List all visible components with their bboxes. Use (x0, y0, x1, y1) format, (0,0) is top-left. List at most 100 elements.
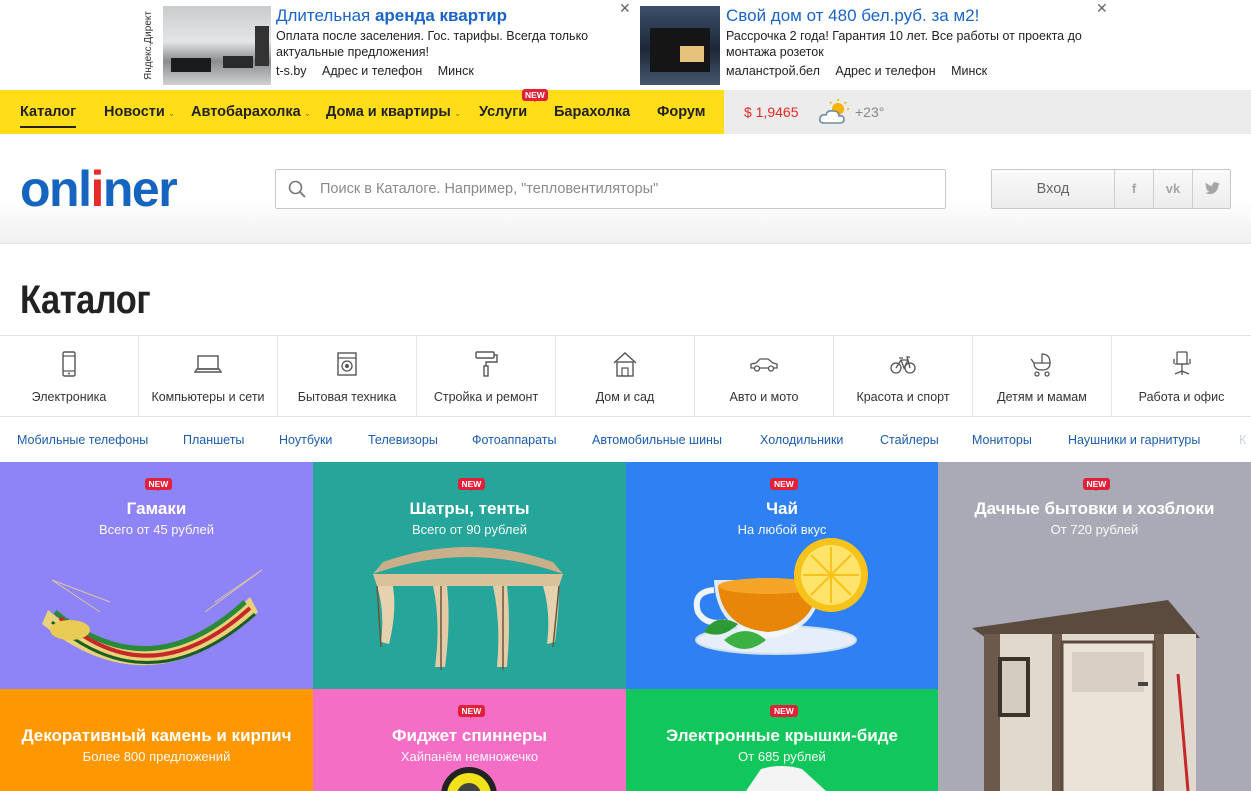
nav-forum[interactable]: Форум (657, 90, 706, 134)
close-icon[interactable]: ✕ (1096, 0, 1108, 17)
ad-contact-link[interactable]: Адрес и телефон (322, 64, 422, 78)
link-monitors[interactable]: Мониторы (972, 418, 1032, 462)
search-icon (288, 180, 306, 198)
link-headphones[interactable]: Наушники и гарнитуры (1068, 418, 1200, 462)
link-tires[interactable]: Автомобильные шины (592, 418, 722, 462)
category-label: Детям и мамам (997, 390, 1087, 404)
promo-tile-bidet-covers[interactable]: NEW Электронные крышки-биде От 685 рублей (626, 689, 938, 791)
new-badge: NEW (522, 89, 548, 102)
login-button[interactable]: Вход (992, 170, 1115, 208)
category-kids[interactable]: Детям и мамам (973, 336, 1112, 416)
link-tvs[interactable]: Телевизоры (368, 418, 438, 462)
hammock-image (42, 569, 263, 666)
search-box[interactable] (275, 169, 946, 209)
tent-image (373, 547, 563, 670)
phone-icon (62, 351, 76, 377)
ad-label: Яндекс.Директ (143, 11, 154, 81)
category-beauty-sport[interactable]: Красота и спорт (834, 336, 973, 416)
nav-catalog[interactable]: Каталог (20, 96, 77, 128)
partly-cloudy-icon[interactable] (818, 98, 852, 126)
tile-subtitle: Более 800 предложений (82, 749, 231, 764)
ad-title[interactable]: Свой дом от 480 бел.руб. за м2! (726, 6, 1110, 26)
category-label: Работа и офис (1138, 390, 1225, 404)
category-bar: Электроника Компьютеры и сети Бытовая те… (0, 335, 1251, 417)
ad-description: Оплата после заселения. Гос. тарифы. Все… (276, 29, 589, 59)
promo-tile-sheds[interactable]: NEW Дачные бытовки и хозблоки От 720 рубл… (938, 462, 1251, 791)
category-label: Стройка и ремонт (433, 390, 539, 404)
link-fridges[interactable]: Холодильники (760, 418, 843, 462)
site-header: onliner Вход f vk (0, 134, 1251, 244)
nav-services[interactable]: Услуги NEW (479, 89, 548, 134)
washer-icon (337, 352, 357, 376)
vk-icon[interactable]: vk (1154, 170, 1193, 208)
ad-description: Рассрочка 2 года! Гарантия 10 лет. Все р… (726, 29, 1082, 59)
category-home-garden[interactable]: Дом и сад (556, 336, 695, 416)
category-auto-moto[interactable]: Авто и мото (695, 336, 834, 416)
promo-tile-hammocks[interactable]: NEW Гамаки Всего от 45 рублей (0, 462, 313, 689)
main-menu: Каталог Новости ⌄ Автобарахолка ⌄ Дома и к… (0, 89, 724, 134)
paint-roller-icon (475, 351, 498, 377)
link-truncated[interactable]: К (1239, 418, 1246, 462)
office-chair-icon (1172, 351, 1191, 375)
link-cameras[interactable]: Фотоаппараты (472, 418, 557, 462)
bidet-image (746, 766, 826, 791)
close-icon[interactable]: ✕ (619, 0, 631, 17)
nav-flea-market[interactable]: Барахолка (554, 90, 630, 134)
spinner-image (441, 767, 497, 791)
page-title: Каталог (20, 278, 151, 322)
auth-panel: Вход f vk (991, 169, 1231, 209)
nav-realty[interactable]: Дома и квартиры ⌄ (326, 90, 461, 134)
category-computers[interactable]: Компьютеры и сети (139, 336, 278, 416)
category-label: Компьютеры и сети (151, 390, 265, 404)
chevron-down-icon: ⌄ (167, 108, 176, 118)
promo-tile-fidget-spinners[interactable]: NEW Фиджет спиннеры Хайпанём немножечко (313, 689, 626, 791)
category-label: Бытовая техника (297, 390, 397, 404)
bicycle-icon (890, 356, 916, 374)
ad-house-build[interactable]: Свой дом от 480 бел.руб. за м2! Рассрочк… (640, 0, 1110, 86)
promo-tile-decorative-stone[interactable]: Декоративный камень и кирпич Более 800 пр… (0, 689, 313, 791)
tea-cup-image (693, 538, 868, 655)
ad-contact-link[interactable]: Адрес и телефон (835, 64, 935, 78)
facebook-icon[interactable]: f (1115, 170, 1154, 208)
category-appliances[interactable]: Бытовая техника (278, 336, 417, 416)
promo-tile-tents[interactable]: NEW Шатры, тенты Всего от 90 рублей (313, 462, 626, 689)
nav-auto-market[interactable]: Автобарахолка ⌄ (191, 90, 311, 134)
temperature[interactable]: +23° (855, 90, 884, 134)
link-mobile-phones[interactable]: Мобильные телефоны (17, 418, 148, 462)
nav-news[interactable]: Новости ⌄ (104, 90, 175, 134)
ad-city: Минск (437, 64, 474, 78)
category-label: Красота и спорт (856, 390, 950, 404)
category-construction[interactable]: Стройка и ремонт (417, 336, 556, 416)
house-icon (613, 352, 637, 377)
shed-image (972, 600, 1200, 791)
twitter-icon[interactable] (1193, 170, 1232, 208)
stroller-icon (1030, 353, 1051, 377)
laptop-icon (194, 355, 222, 373)
search-input[interactable] (320, 170, 935, 208)
link-stylers[interactable]: Стайлеры (880, 418, 939, 462)
currency-rate[interactable]: $ 1,9465 (744, 90, 799, 134)
category-electronics[interactable]: Электроника (0, 336, 139, 416)
ad-banner: Яндекс.Директ Длительная аренда квартир … (0, 0, 1251, 90)
chevron-down-icon: ⌄ (303, 108, 312, 118)
ad-title[interactable]: Длительная аренда квартир (276, 6, 633, 26)
popular-sections: Мобильные телефоны Планшеты Ноутбуки Тел… (0, 418, 1251, 462)
ad-apartment-rent[interactable]: Длительная аренда квартир Оплата после з… (163, 0, 633, 86)
ad-domain[interactable]: маланстрой.бел (726, 64, 820, 78)
onliner-logo[interactable]: onliner (20, 161, 178, 217)
car-icon (750, 358, 778, 372)
category-work-office[interactable]: Работа и офис (1112, 336, 1251, 416)
ad-image[interactable] (163, 6, 271, 85)
ad-image[interactable] (640, 6, 720, 85)
top-navigation: Каталог Новости ⌄ Автобарахолка ⌄ Дома и к… (0, 89, 1251, 134)
tile-title: Декоративный камень и кирпич (21, 726, 292, 745)
ad-domain[interactable]: t-s.by (276, 64, 307, 78)
chevron-down-icon: ⌄ (453, 108, 462, 118)
link-tablets[interactable]: Планшеты (183, 418, 244, 462)
link-laptops[interactable]: Ноутбуки (279, 418, 332, 462)
ad-city: Минск (951, 64, 988, 78)
category-label: Электроника (31, 390, 107, 404)
promo-tile-tea[interactable]: NEW Чай На любой вкус (626, 462, 938, 689)
category-label: Дом и сад (595, 390, 655, 404)
category-label: Авто и мото (729, 390, 799, 404)
